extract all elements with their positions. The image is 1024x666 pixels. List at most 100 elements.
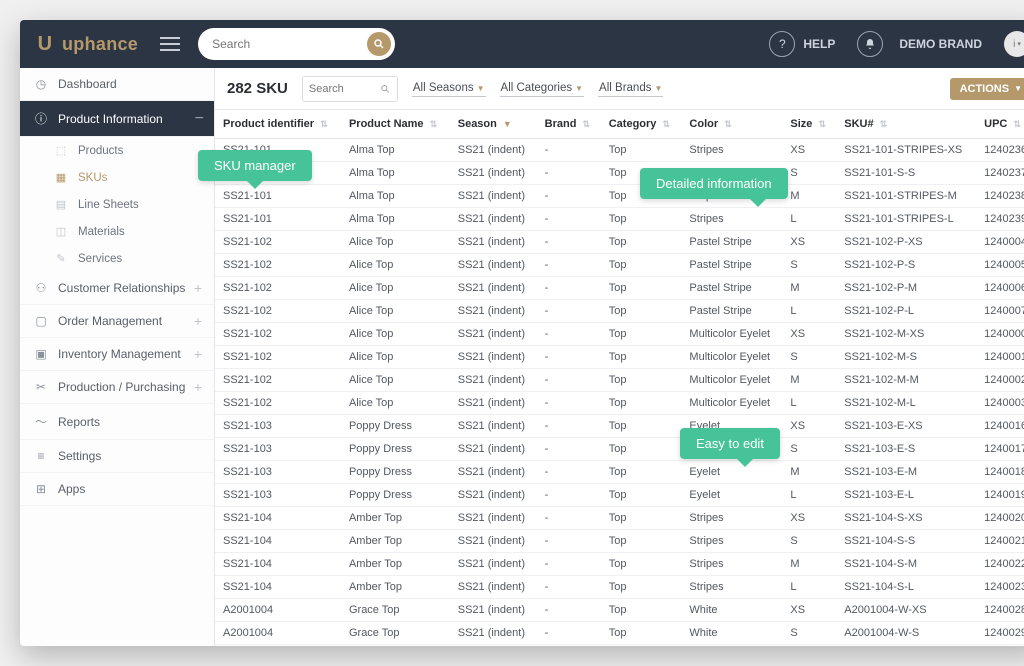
- table-cell: SS21-103-E-S: [836, 438, 976, 461]
- box-icon: ◫: [54, 225, 68, 238]
- table-scroll[interactable]: Product identifier ⇅Product Name ⇅Season…: [215, 110, 1024, 646]
- table-cell: SS21 (indent): [450, 139, 537, 162]
- table-cell: SS21-102-P-XS: [836, 231, 976, 254]
- table-row[interactable]: SS21-103Poppy DressSS21 (indent)-TopEyel…: [215, 438, 1024, 461]
- sidebar-sub-products[interactable]: ⬚Products: [20, 137, 214, 164]
- sidebar-item-order-management[interactable]: ▢Order Management+: [20, 305, 214, 338]
- table-search-input[interactable]: [309, 83, 381, 95]
- sidebar-item-label: Dashboard: [58, 77, 117, 91]
- column-header[interactable]: Size ⇅: [782, 110, 836, 139]
- table-row[interactable]: SS21-104Amber TopSS21 (indent)-TopStripe…: [215, 576, 1024, 599]
- expand-icon[interactable]: +: [194, 379, 202, 395]
- search-icon[interactable]: [367, 32, 391, 56]
- user-label[interactable]: DEMO BRAND: [899, 37, 982, 51]
- table-row[interactable]: SS21-102Alice TopSS21 (indent)-TopMultic…: [215, 392, 1024, 415]
- table-row[interactable]: SS21-104Amber TopSS21 (indent)-TopStripe…: [215, 530, 1024, 553]
- table-row[interactable]: SS21-102Alice TopSS21 (indent)-TopPastel…: [215, 277, 1024, 300]
- brand-name: uphance: [62, 34, 138, 55]
- table-cell: 12400164: [976, 415, 1024, 438]
- sidebar-item-inventory-management[interactable]: ▣Inventory Management+: [20, 338, 214, 371]
- sidebar-item-customer-relationships[interactable]: ⚇Customer Relationships+: [20, 272, 214, 305]
- table-cell: SS21-102-M-L: [836, 392, 976, 415]
- chevron-down-icon: ▼: [575, 84, 583, 93]
- main: 282 SKU All Seasons▼ All Categories▼ All…: [215, 68, 1024, 646]
- table-row[interactable]: A2001004Grace TopSS21 (indent)-TopWhiteM…: [215, 645, 1024, 647]
- sidebar-sub-linesheets[interactable]: ▤Line Sheets: [20, 191, 214, 218]
- column-header[interactable]: Category ⇅: [601, 110, 682, 139]
- global-search-input[interactable]: [212, 37, 367, 51]
- table-cell: -: [537, 254, 601, 277]
- sidebar-item-dashboard[interactable]: ◷ Dashboard: [20, 68, 214, 101]
- column-header[interactable]: Color ⇅: [681, 110, 782, 139]
- sidebar-item-product-information[interactable]: ⓘ Product Information −: [20, 101, 214, 137]
- table-row[interactable]: A2001004Grace TopSS21 (indent)-TopWhiteX…: [215, 599, 1024, 622]
- table-cell: SS21-103: [215, 415, 341, 438]
- table-row[interactable]: A2001004Grace TopSS21 (indent)-TopWhiteS…: [215, 622, 1024, 645]
- table-cell: Pastel Stripe: [681, 277, 782, 300]
- column-header[interactable]: SKU# ⇅: [836, 110, 976, 139]
- table-cell: M: [782, 645, 836, 647]
- sidebar-item-settings[interactable]: ≡Settings: [20, 440, 214, 473]
- expand-icon[interactable]: +: [194, 280, 202, 296]
- table-row[interactable]: SS21-101Alma TopSS21 (indent)-TopStripes…: [215, 162, 1024, 185]
- table-cell: SS21-104-S-L: [836, 576, 976, 599]
- sidebar-item-reports[interactable]: 〜Reports: [20, 404, 214, 440]
- sidebar-item-apps[interactable]: ⊞Apps: [20, 473, 214, 506]
- bell-icon[interactable]: [857, 31, 883, 57]
- column-header[interactable]: Product Name ⇅: [341, 110, 450, 139]
- column-header[interactable]: Product identifier ⇅: [215, 110, 341, 139]
- table-row[interactable]: SS21-101Alma TopSS21 (indent)-TopStripes…: [215, 139, 1024, 162]
- table-row[interactable]: SS21-104Amber TopSS21 (indent)-TopStripe…: [215, 507, 1024, 530]
- table-row[interactable]: SS21-101Alma TopSS21 (indent)-TopStripes…: [215, 185, 1024, 208]
- collapse-icon[interactable]: −: [195, 110, 204, 128]
- table-row[interactable]: SS21-101Alma TopSS21 (indent)-TopStripes…: [215, 208, 1024, 231]
- table-row[interactable]: SS21-103Poppy DressSS21 (indent)-TopEyel…: [215, 461, 1024, 484]
- column-header[interactable]: Season ▼: [450, 110, 537, 139]
- global-search[interactable]: [198, 28, 395, 60]
- table-row[interactable]: SS21-102Alice TopSS21 (indent)-TopPastel…: [215, 300, 1024, 323]
- filter-seasons[interactable]: All Seasons▼: [412, 80, 486, 97]
- expand-icon[interactable]: +: [194, 346, 202, 362]
- table-cell: Amber Top: [341, 576, 450, 599]
- table-row[interactable]: SS21-102Alice TopSS21 (indent)-TopMultic…: [215, 323, 1024, 346]
- table-cell: 12400003: [976, 323, 1024, 346]
- table-cell: -: [537, 162, 601, 185]
- table-cell: SS21-104: [215, 553, 341, 576]
- table-row[interactable]: SS21-102Alice TopSS21 (indent)-TopPastel…: [215, 254, 1024, 277]
- table-cell: -: [537, 576, 601, 599]
- table-cell: SS21 (indent): [450, 553, 537, 576]
- table-cell: -: [537, 622, 601, 645]
- sidebar-sub-services[interactable]: ✎Services: [20, 245, 214, 272]
- table-search[interactable]: [302, 76, 398, 102]
- table-cell: Multicolor Eyelet: [681, 369, 782, 392]
- table-cell: M: [782, 277, 836, 300]
- sidebar-sublist: ⬚Products ▦SKUs ▤Line Sheets ◫Materials …: [20, 137, 214, 272]
- sidebar-item-production-purchasing[interactable]: ✂Production / Purchasing+: [20, 371, 214, 404]
- sidebar-sub-skus[interactable]: ▦SKUs: [20, 164, 214, 191]
- help-icon[interactable]: ?: [769, 31, 795, 57]
- table-row[interactable]: SS21-102Alice TopSS21 (indent)-TopPastel…: [215, 231, 1024, 254]
- filter-brands[interactable]: All Brands▼: [598, 80, 663, 97]
- expand-icon[interactable]: +: [194, 313, 202, 329]
- table-cell: Top: [601, 599, 682, 622]
- menu-toggle-icon[interactable]: [160, 34, 180, 54]
- table-cell: Alice Top: [341, 346, 450, 369]
- sidebar-sub-materials[interactable]: ◫Materials: [20, 218, 214, 245]
- table-cell: 12400201: [976, 507, 1024, 530]
- table-cell: 12400058: [976, 254, 1024, 277]
- table-cell: -: [537, 645, 601, 647]
- table-row[interactable]: SS21-103Poppy DressSS21 (indent)-TopEyel…: [215, 484, 1024, 507]
- table-cell: 12400065: [976, 277, 1024, 300]
- help-label[interactable]: HELP: [803, 37, 835, 51]
- column-header[interactable]: UPC ⇅: [976, 110, 1024, 139]
- table-cell: -: [537, 438, 601, 461]
- table-row[interactable]: SS21-102Alice TopSS21 (indent)-TopMultic…: [215, 369, 1024, 392]
- column-header[interactable]: Brand ⇅: [537, 110, 601, 139]
- table-row[interactable]: SS21-102Alice TopSS21 (indent)-TopMultic…: [215, 346, 1024, 369]
- table-row[interactable]: SS21-103Poppy DressSS21 (indent)-TopEyel…: [215, 415, 1024, 438]
- table-cell: SS21-103-E-L: [836, 484, 976, 507]
- table-row[interactable]: SS21-104Amber TopSS21 (indent)-TopStripe…: [215, 553, 1024, 576]
- filter-categories[interactable]: All Categories▼: [500, 80, 585, 97]
- avatar[interactable]: i ▾: [1004, 31, 1024, 57]
- actions-button[interactable]: ACTIONS▼: [950, 78, 1024, 100]
